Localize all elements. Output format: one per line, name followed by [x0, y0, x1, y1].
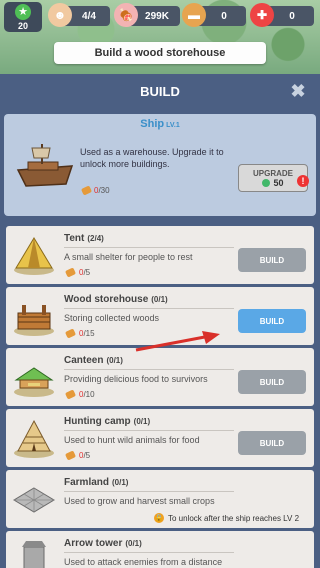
hunting-camp-icon: [14, 419, 54, 458]
divider: [64, 552, 234, 553]
wood-counter: ▬ 0: [182, 3, 246, 27]
wood-icon: [64, 267, 77, 278]
building-row-tent: Tent (2/4) A small shelter for people to …: [6, 226, 314, 284]
wood-icon: [64, 328, 77, 339]
build-panel-header: BUILD ✖: [0, 74, 320, 108]
ship-cost-need: /30: [98, 186, 110, 195]
building-name: Hunting camp (0/1): [64, 416, 151, 427]
gem-plus-icon[interactable]: ✚: [250, 3, 274, 27]
building-name: Tent (2/4): [64, 233, 104, 244]
building-row-arrow-tower: Arrow tower (0/1) Used to attack enemies …: [6, 531, 314, 568]
alert-icon: !: [297, 175, 309, 187]
building-description: Used to hunt wild animals for food: [64, 435, 200, 445]
build-button-wood-storehouse[interactable]: BUILD: [238, 309, 306, 333]
building-row-wood-storehouse: Wood storehouse (0/1) Storing collected w…: [6, 287, 314, 345]
building-row-farmland: Farmland (0/1) Used to grow and harvest s…: [6, 470, 314, 528]
arrow-tower-icon: [22, 541, 46, 568]
current-task-banner[interactable]: Build a wood storehouse: [54, 42, 266, 64]
building-description: A small shelter for people to rest: [64, 252, 193, 262]
close-icon[interactable]: ✖: [288, 81, 308, 101]
ship-card: Ship LV.1 Used as a warehouse. Upgrade it…: [4, 114, 316, 216]
canteen-icon: [14, 367, 54, 397]
divider: [64, 491, 234, 492]
player-level: 20: [17, 20, 28, 31]
wood-log-icon: ▬: [182, 3, 206, 27]
wood-icon: [80, 185, 93, 196]
upgrade-button[interactable]: UPGRADE 50 !: [238, 164, 309, 192]
gem-icon: [262, 178, 271, 187]
wood-icon: [64, 389, 77, 400]
panel-title: BUILD: [140, 83, 180, 99]
ship-level: LV.1: [166, 122, 180, 129]
survivor-icon: ☻: [48, 3, 72, 27]
building-name: Canteen (0/1): [64, 355, 123, 366]
ship-description: Used as a warehouse. Upgrade it to unloc…: [80, 147, 224, 169]
gem-counter[interactable]: ✚ 0: [250, 3, 314, 27]
build-button-hunting-camp[interactable]: BUILD: [238, 431, 306, 455]
divider: [64, 308, 234, 309]
meat-icon: 🍖: [114, 3, 138, 27]
locked-note: 🔒 To unlock after the ship reaches LV 2: [154, 513, 300, 523]
player-level-badge[interactable]: ★ 20: [4, 2, 42, 32]
building-description: Used to grow and harvest small crops: [64, 496, 215, 506]
building-cost: 0/5: [64, 267, 90, 278]
building-description: Providing delicious food to survivors: [64, 374, 208, 384]
build-button-canteen[interactable]: BUILD: [238, 370, 306, 394]
tent-icon: [14, 237, 54, 275]
building-name: Arrow tower (0/1): [64, 538, 142, 549]
wood-value: 0: [221, 10, 227, 22]
farmland-icon: [13, 487, 55, 513]
building-description: Storing collected woods: [64, 313, 160, 323]
building-row-canteen: Canteen (0/1) Providing delicious food to…: [6, 348, 314, 406]
wood-storehouse-icon: [14, 305, 54, 336]
ship-section: Ship LV.1 Used as a warehouse. Upgrade it…: [0, 108, 320, 220]
upgrade-label: UPGRADE: [252, 168, 293, 178]
upgrade-cost: 50: [273, 177, 284, 188]
gem-value: 0: [289, 10, 295, 22]
divider: [64, 369, 234, 370]
divider: [64, 430, 234, 431]
population-counter: ☻ 4/4: [48, 3, 110, 27]
divider: [64, 247, 234, 248]
wood-icon: [64, 450, 77, 461]
ship-title: Ship LV.1: [4, 118, 316, 130]
building-cost: 0/10: [64, 389, 95, 400]
population-value: 4/4: [82, 10, 96, 22]
building-list[interactable]: Tent (2/4) A small shelter for people to …: [0, 220, 320, 568]
building-cost: 0/15: [64, 328, 95, 339]
lock-icon: 🔒: [154, 513, 164, 523]
ship-name: Ship: [140, 118, 165, 130]
building-name: Farmland (0/1): [64, 477, 129, 488]
star-icon: ★: [15, 3, 31, 20]
building-row-hunting-camp: Hunting camp (0/1) Used to hunt wild anim…: [6, 409, 314, 467]
ship-upgrade-cost: 0/30: [80, 185, 110, 196]
food-value: 299K: [145, 10, 169, 22]
building-name: Wood storehouse (0/1): [64, 294, 168, 305]
food-counter: 🍖 299K: [114, 3, 180, 27]
building-description: Used to attack enemies from a distance: [64, 557, 223, 567]
ship-icon: [16, 144, 74, 187]
building-cost: 0/5: [64, 450, 90, 461]
build-button-tent[interactable]: BUILD: [238, 248, 306, 272]
